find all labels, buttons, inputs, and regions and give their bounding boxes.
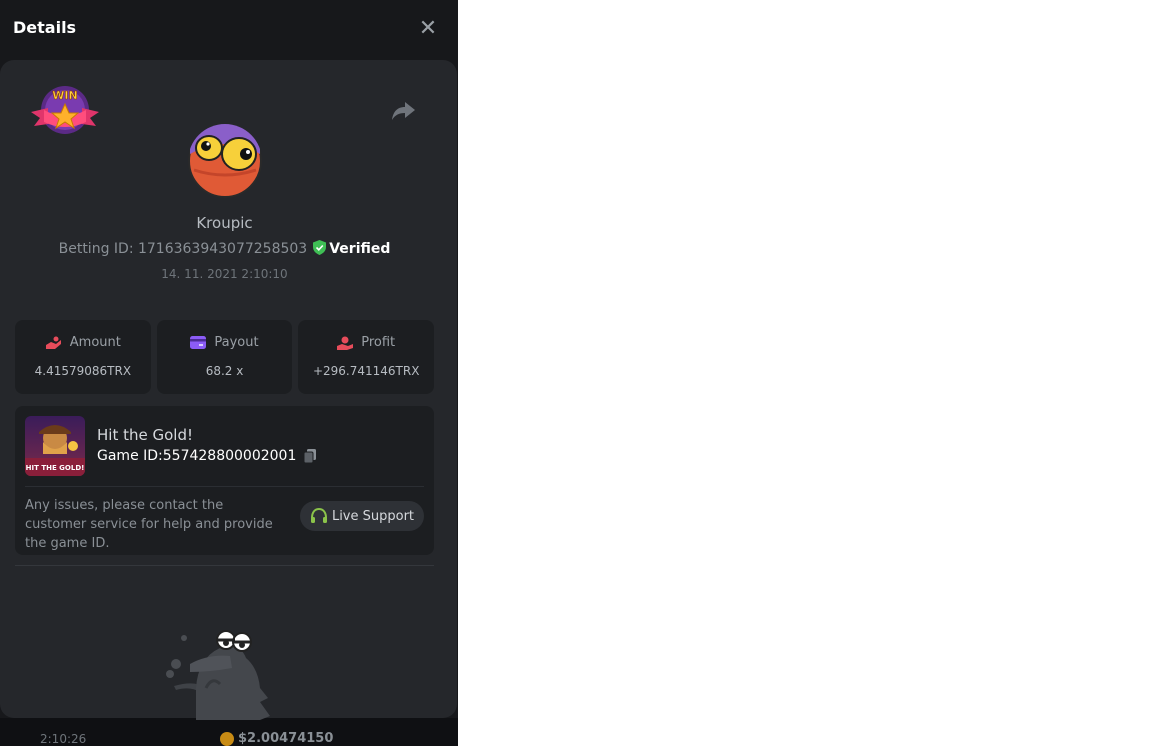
stat-payout-label: Payout [214,335,259,350]
share-icon[interactable] [390,100,416,122]
footer-time: 2:10:26 [40,732,87,746]
stat-payout: Payout 68.2 x [156,320,293,394]
live-support-button[interactable]: Live Support [300,501,424,531]
coin-icon [220,731,234,746]
hand-coin-icon [45,336,61,349]
win-badge-icon: WIN [31,86,99,134]
stat-amount-label: Amount [69,335,121,350]
section-divider [15,565,434,566]
bet-details-card: WIN Kroupic Betting ID: 1716363943077258… [0,60,457,720]
username: Kroupic [196,214,253,232]
stat-payout-value: 68.2 x [205,364,244,378]
betting-id-row: Betting ID: 1716363943077258503 Verified [0,240,449,257]
footer-amount-row: $2.00474150 [220,731,333,746]
stat-amount-value: 4.41579086TRX [34,364,132,378]
details-panel: Details ✕ WIN Kroupic Betting ID: 171636… [0,0,458,746]
profit-icon [337,336,354,350]
game-id-row: Game ID:557428800002001 [97,448,318,464]
stat-amount: Amount 4.41579086TRX [15,320,151,394]
game-thumbnail[interactable]: HIT THE GOLD! [25,416,85,476]
bet-date: 14. 11. 2021 2:10:10 [161,267,288,281]
crocodile-mascot-icon [166,630,270,720]
panel-header: Details ✕ [0,0,458,58]
card-icon [190,336,207,349]
panel-title: Details [13,18,77,37]
stat-profit-value: +296.741146TRX [312,364,420,378]
help-text: Any issues, please contact the customer … [25,498,273,551]
live-support-label: Live Support [331,508,415,524]
stat-profit-label: Profit [361,335,396,350]
stats-row: Amount 4.41579086TRX Payout 68.2 x Profi… [15,320,435,394]
footer-amount: $2.00474150 [238,731,334,746]
headset-icon [310,508,327,523]
game-info-box: HIT THE GOLD! Hit the Gold! Game ID:5574… [15,406,434,555]
divider [25,486,424,487]
verified-label: Verified [329,241,391,257]
avatar [188,124,262,198]
game-thumbnail-text: HIT THE GOLD! [26,464,85,472]
stat-profit: Profit +296.741146TRX [298,320,435,394]
betting-id: Betting ID: 1716363943077258503 [58,241,308,257]
copy-icon[interactable] [302,448,318,464]
game-name: Hit the Gold! [97,426,193,444]
close-icon[interactable]: ✕ [417,18,439,40]
verified-shield-icon [313,240,327,255]
game-id: Game ID:557428800002001 [97,448,297,464]
win-badge-text: WIN [52,89,77,102]
